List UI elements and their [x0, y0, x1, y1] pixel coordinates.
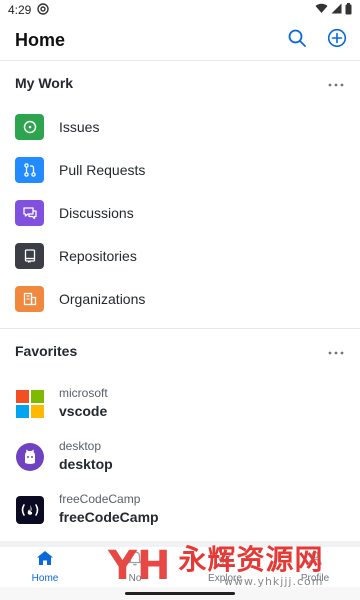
discussion-icon	[15, 199, 44, 226]
favorite-item-desktop[interactable]: desktop desktop	[0, 430, 360, 483]
favorite-text: freeCodeCamp freeCodeCamp	[59, 492, 159, 527]
work-item-label: Pull Requests	[59, 161, 146, 178]
status-time: 4:29	[8, 3, 32, 17]
tab-label: Profile	[300, 573, 330, 584]
status-right	[315, 2, 352, 18]
work-item-label: Issues	[59, 118, 100, 135]
header-actions	[286, 28, 348, 53]
favorite-text: desktop desktop	[59, 439, 113, 474]
my-work-header: My Work	[0, 61, 360, 105]
work-item-organizations[interactable]: Organizations	[0, 277, 360, 320]
more-horizontal-icon	[328, 74, 344, 92]
add-circle-icon	[327, 28, 347, 53]
favorite-owner: freeCodeCamp	[59, 492, 141, 506]
tab-label: Home	[31, 573, 59, 584]
search-button[interactable]	[286, 29, 308, 51]
favorite-owner: desktop	[59, 439, 102, 453]
favorite-repo: vscode	[59, 403, 108, 419]
tab-label: Explore	[208, 573, 242, 584]
system-nav-handle	[0, 587, 360, 600]
favorites-title: Favorites	[15, 343, 78, 359]
favorite-repo: freeCodeCamp	[59, 509, 159, 525]
github-desktop-logo-icon	[15, 442, 44, 471]
my-work-title: My Work	[15, 75, 74, 91]
at-sign-icon	[37, 2, 50, 18]
telescope-icon	[217, 550, 233, 571]
signal-icon	[331, 3, 342, 17]
more-horizontal-icon	[328, 342, 344, 360]
tab-profile[interactable]: Profile	[270, 547, 360, 587]
search-icon	[287, 28, 307, 53]
home-icon	[36, 550, 54, 571]
favorites-header: Favorites	[0, 329, 360, 373]
status-left: 4:29	[8, 2, 50, 18]
issue-icon	[15, 113, 44, 140]
pull-request-icon	[15, 156, 44, 183]
repo-icon	[15, 242, 44, 269]
organization-icon	[15, 285, 44, 312]
app-header: Home	[0, 20, 360, 60]
tab-home[interactable]: Home	[0, 547, 90, 587]
work-item-label: Repositories	[59, 247, 137, 264]
favorite-repo: desktop	[59, 456, 113, 472]
bottom-tab-bar: Home No Explore Profile	[0, 547, 360, 587]
work-item-label: Discussions	[59, 204, 134, 221]
person-icon	[307, 550, 323, 571]
work-item-pull-requests[interactable]: Pull Requests	[0, 148, 360, 191]
wifi-icon	[315, 3, 328, 17]
work-item-label: Organizations	[59, 290, 146, 307]
page-title: Home	[15, 29, 66, 50]
status-bar: 4:29	[0, 0, 360, 20]
favorite-owner: microsoft	[59, 386, 108, 400]
favorites-list: microsoft vscode desktop desktop freeCod…	[0, 373, 360, 536]
tab-notifications[interactable]: No	[90, 547, 180, 587]
work-item-issues[interactable]: Issues	[0, 105, 360, 148]
gesture-bar[interactable]	[125, 592, 235, 595]
favorite-item-freecodecamp[interactable]: freeCodeCamp freeCodeCamp	[0, 483, 360, 536]
my-work-more-button[interactable]	[326, 75, 346, 91]
my-work-list: Issues Pull Requests Discussions Reposit…	[0, 105, 360, 320]
work-item-discussions[interactable]: Discussions	[0, 191, 360, 234]
favorite-text: microsoft vscode	[59, 386, 108, 421]
favorite-item-vscode[interactable]: microsoft vscode	[0, 377, 360, 430]
battery-icon	[345, 2, 352, 18]
work-item-repositories[interactable]: Repositories	[0, 234, 360, 277]
tab-explore[interactable]: Explore	[180, 547, 270, 587]
favorites-more-button[interactable]	[326, 343, 346, 359]
microsoft-logo-icon	[15, 389, 44, 418]
freecodecamp-logo-icon	[15, 495, 44, 524]
bell-icon	[127, 550, 143, 571]
add-button[interactable]	[326, 28, 348, 53]
tab-label: No	[128, 573, 142, 584]
